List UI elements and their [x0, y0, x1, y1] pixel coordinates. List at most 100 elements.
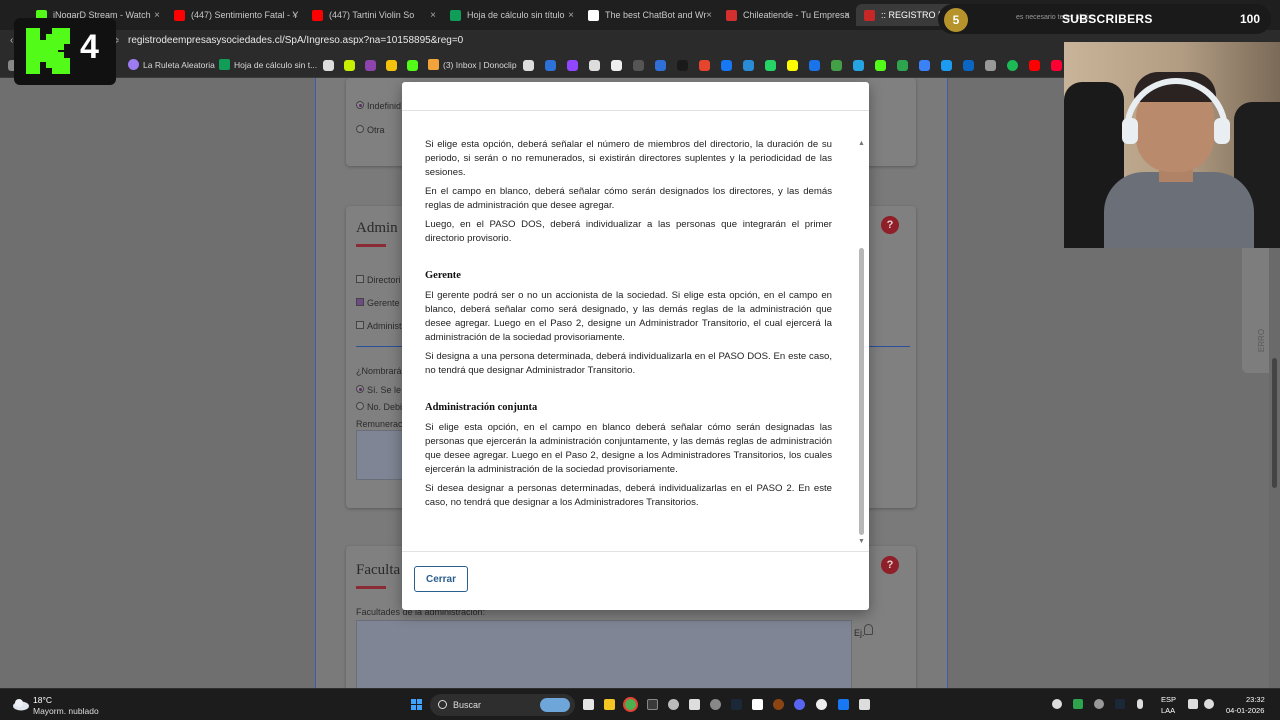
telegram-icon[interactable]: [853, 60, 864, 71]
microphone-icon[interactable]: [1137, 699, 1143, 709]
tray-icon[interactable]: [1073, 699, 1083, 709]
capcut-icon[interactable]: [752, 699, 763, 710]
radio-indefinido[interactable]: [356, 101, 364, 109]
bookmark-icon[interactable]: [633, 60, 644, 71]
tab-youtube-2[interactable]: (447) Tartini Violin So ×: [304, 4, 442, 26]
app-icon[interactable]: [773, 699, 784, 710]
inbox-icon: [428, 59, 439, 70]
windows-start-icon[interactable]: [411, 699, 423, 711]
modal-scrollbar[interactable]: ▲ ▼: [858, 140, 865, 545]
chrome-icon[interactable]: [625, 699, 636, 710]
tab-sheets[interactable]: Hoja de cálculo sin título ×: [442, 4, 580, 26]
obs-icon[interactable]: [668, 699, 679, 710]
bookmark-icon[interactable]: [743, 60, 754, 71]
scroll-down-icon[interactable]: ▼: [858, 538, 865, 545]
app-icon[interactable]: [859, 699, 870, 710]
bookmark-icon[interactable]: [919, 60, 930, 71]
file-explorer-icon[interactable]: [604, 699, 615, 710]
linkedin-icon[interactable]: [963, 60, 974, 71]
tray-icon[interactable]: [1052, 699, 1062, 709]
close-tab-icon[interactable]: ×: [430, 10, 436, 21]
close-tab-icon[interactable]: ×: [568, 10, 574, 21]
bookmark-icon[interactable]: [589, 60, 600, 71]
back-icon[interactable]: ‹: [10, 35, 13, 46]
bookmark-icon[interactable]: [611, 60, 622, 71]
clock-time[interactable]: 23:32: [1246, 695, 1265, 704]
scroll-up-icon[interactable]: ▲: [858, 140, 865, 147]
bookmark-icon[interactable]: [523, 60, 534, 71]
taskbar-search[interactable]: Buscar: [430, 694, 575, 716]
app-icon[interactable]: [816, 699, 827, 710]
whatsapp-icon[interactable]: [765, 60, 776, 71]
tab-chatbot[interactable]: The best ChatBot and Wr ×: [580, 4, 718, 26]
bookmark-icon[interactable]: [809, 60, 820, 71]
bookmark-icon[interactable]: [831, 60, 842, 71]
radio-otra[interactable]: [356, 125, 364, 133]
bookmark-icon[interactable]: [985, 60, 996, 71]
twitter-icon[interactable]: [941, 60, 952, 71]
close-tab-icon[interactable]: ×: [844, 10, 850, 21]
bookmark-icon[interactable]: [323, 60, 334, 71]
volume-icon[interactable]: [1204, 699, 1214, 709]
clock-date[interactable]: 04-01-2026: [1226, 706, 1264, 715]
bookmark-icon[interactable]: [365, 60, 376, 71]
stream-logo: 4: [14, 18, 116, 85]
facultades-textarea[interactable]: [356, 620, 852, 688]
page-scrollbar-thumb[interactable]: [1272, 358, 1277, 488]
facebook-icon[interactable]: [838, 699, 849, 710]
snapchat-icon[interactable]: [787, 60, 798, 71]
tray-icon[interactable]: [1094, 699, 1104, 709]
bookmark-icon[interactable]: [699, 60, 710, 71]
weather-temperature[interactable]: 18°C: [33, 695, 52, 705]
radio-no[interactable]: [356, 402, 364, 410]
bookmark-icon[interactable]: [875, 60, 886, 71]
close-tab-icon[interactable]: ×: [292, 10, 298, 21]
keyboard-layout[interactable]: LAA: [1161, 706, 1175, 715]
url-field[interactable]: registrodeempresasysociedades.cl/SpA/Ing…: [128, 35, 463, 46]
lightbulb-icon[interactable]: [864, 624, 873, 635]
spotify-icon[interactable]: [1007, 60, 1018, 71]
side-tab-label: ERRO: [1257, 328, 1267, 353]
bookmark-icon[interactable]: [677, 60, 688, 71]
bookmark-icon[interactable]: [545, 60, 556, 71]
checkbox-gerente[interactable]: [356, 298, 364, 306]
help-icon[interactable]: ?: [881, 216, 899, 234]
bookmark-icon[interactable]: [655, 60, 666, 71]
side-error-tab[interactable]: ERRO: [1242, 238, 1272, 373]
language-indicator[interactable]: ESP: [1161, 695, 1176, 704]
radio-si[interactable]: [356, 385, 364, 393]
bookmark-sheets[interactable]: Hoja de cálculo sin t...: [219, 59, 317, 70]
tab-chileatiende[interactable]: Chileatiende - Tu Empresa ×: [718, 4, 856, 26]
checkbox-directorio[interactable]: [356, 275, 364, 283]
discord-icon[interactable]: [794, 699, 805, 710]
bookmark-ruleta[interactable]: La Ruleta Aleatoria: [128, 59, 215, 70]
weather-description[interactable]: Mayorm. nublado: [33, 706, 99, 716]
tab-youtube-1[interactable]: (447) Sentimiento Fatal - Y ×: [166, 4, 304, 26]
conjunta-heading: Administración conjunta: [425, 402, 538, 413]
checkbox-administracion-conjunta[interactable]: [356, 321, 364, 329]
close-button[interactable]: Cerrar: [414, 566, 468, 592]
close-tab-icon[interactable]: ×: [706, 10, 712, 21]
app-icon[interactable]: [710, 699, 721, 710]
task-view-icon[interactable]: [583, 699, 594, 710]
app-icon[interactable]: [689, 699, 700, 710]
bookmark-icon[interactable]: [344, 60, 355, 71]
kick-icon[interactable]: [407, 60, 418, 71]
steam-tray-icon[interactable]: [1115, 699, 1125, 709]
modal-scrollbar-thumb[interactable]: [859, 248, 864, 535]
network-icon[interactable]: [1188, 699, 1198, 709]
twitch-icon[interactable]: [567, 60, 578, 71]
modal-body: Si elige esta opción, deberá señalar el …: [425, 138, 832, 515]
bookmark-icon[interactable]: [897, 60, 908, 71]
streamer-torso: [1104, 172, 1254, 248]
bookmark-icon[interactable]: [386, 60, 397, 71]
bookmark-inbox[interactable]: (3) Inbox | Donoclip: [428, 59, 517, 70]
youtube-icon[interactable]: [1029, 60, 1040, 71]
sheets-icon: [450, 9, 461, 21]
messenger-icon[interactable]: [721, 60, 732, 71]
help-icon[interactable]: ?: [881, 556, 899, 574]
bookmark-icon[interactable]: [1051, 60, 1062, 71]
app-icon[interactable]: [647, 699, 658, 710]
close-tab-icon[interactable]: ×: [154, 10, 160, 21]
steam-icon[interactable]: [731, 699, 742, 710]
